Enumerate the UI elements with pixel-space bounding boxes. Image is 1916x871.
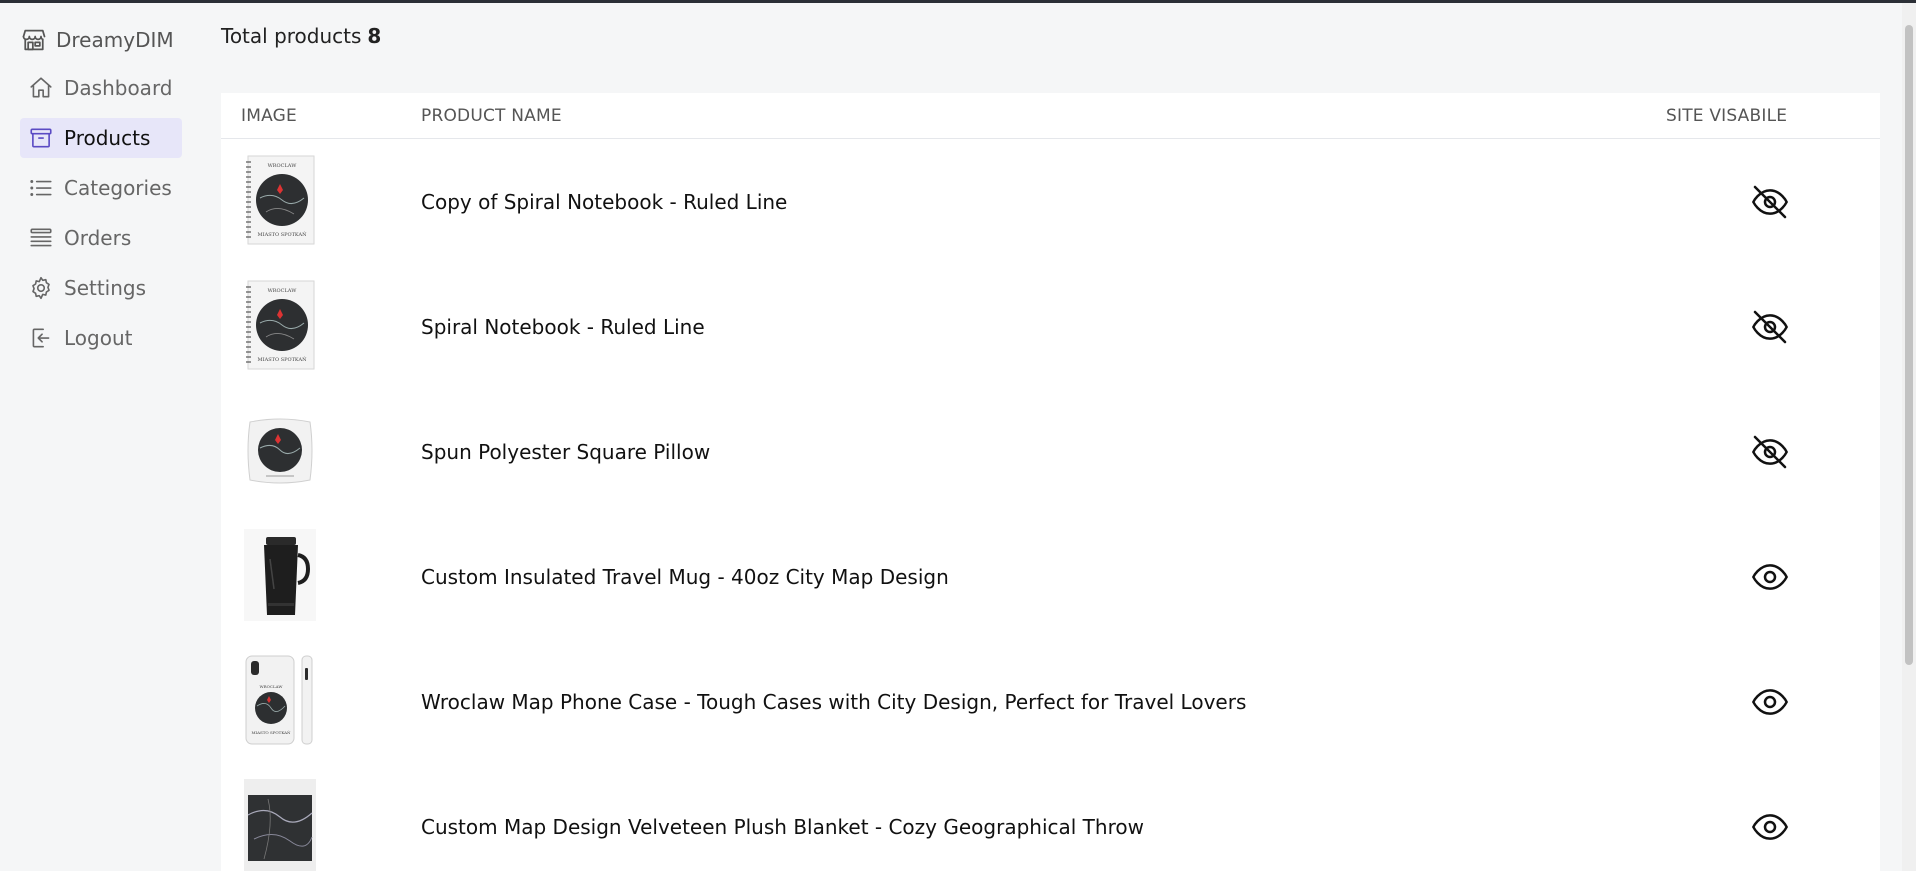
scrollbar-thumb[interactable] — [1905, 25, 1913, 665]
sidebar-item-label: Products — [64, 126, 151, 150]
product-thumbnail-cell: WROCLAW MIASTO SPOTKAŃ — [221, 154, 421, 250]
top-border — [0, 0, 1916, 3]
total-products-count: 8 — [367, 24, 382, 48]
sidebar: DreamyDIM Dashboard Products Categories — [20, 22, 182, 358]
eye-slash-icon[interactable] — [1750, 307, 1790, 347]
sidebar-item-dashboard[interactable]: Dashboard — [20, 68, 182, 108]
table-row[interactable]: WROCLAW MIASTO SPOTKAŃ Spiral Notebook -… — [221, 264, 1880, 389]
sidebar-item-label: Orders — [64, 226, 132, 250]
product-name[interactable]: Wroclaw Map Phone Case - Tough Cases wit… — [421, 690, 1666, 714]
total-products-summary: Total products 8 — [221, 24, 381, 48]
column-header-site-visible: SITE VISABILE — [1666, 105, 1788, 126]
product-thumbnail-cell — [221, 778, 421, 871]
brand-name: DreamyDIM — [56, 28, 174, 52]
column-header-product-name: PRODUCT NAME — [421, 105, 562, 126]
table-row[interactable]: WROCLAW MIASTO SPOTKAŃ Copy of Spiral No… — [221, 139, 1880, 264]
brand[interactable]: DreamyDIM — [20, 22, 182, 58]
sidebar-item-orders[interactable]: Orders — [20, 218, 182, 258]
stack-icon — [30, 228, 52, 247]
notebook-thumbnail: WROCLAW MIASTO SPOTKAŃ — [246, 155, 315, 244]
table-header: IMAGE PRODUCT NAME SITE VISABILE — [221, 93, 1880, 139]
products-table: IMAGE PRODUCT NAME SITE VISABILE WROCLAW… — [221, 93, 1880, 871]
list-icon — [30, 180, 52, 196]
product-name[interactable]: Custom Insulated Travel Mug - 40oz City … — [421, 565, 1666, 589]
logout-icon — [32, 328, 50, 348]
thumb-text-bottom: MIASTO SPOTKAŃ — [251, 730, 291, 735]
pillow-thumbnail — [247, 418, 313, 483]
visibility-toggle[interactable] — [1666, 807, 1880, 847]
gear-icon — [32, 276, 50, 300]
page-scrollbar[interactable] — [1902, 3, 1916, 871]
thumb-text-top: WROCLAW — [268, 163, 298, 169]
table-row[interactable]: Custom Insulated Travel Mug - 40oz City … — [221, 514, 1880, 639]
eye-icon[interactable] — [1750, 807, 1790, 847]
visibility-toggle[interactable] — [1666, 182, 1880, 222]
sidebar-item-label: Categories — [64, 176, 172, 200]
thumb-text-bottom: MIASTO SPOTKAŃ — [258, 355, 308, 363]
visibility-toggle[interactable] — [1666, 682, 1880, 722]
product-thumbnail-cell: WROCLAW MIASTO SPOTKAŃ — [221, 279, 421, 375]
storefront-icon — [22, 29, 46, 51]
visibility-toggle[interactable] — [1666, 432, 1880, 472]
visibility-toggle[interactable] — [1666, 557, 1880, 597]
visibility-toggle[interactable] — [1666, 307, 1880, 347]
thumb-text-top: WROCLAW — [268, 288, 298, 294]
sidebar-item-logout[interactable]: Logout — [20, 318, 182, 358]
product-name[interactable]: Copy of Spiral Notebook - Ruled Line — [421, 190, 1666, 214]
sidebar-item-settings[interactable]: Settings — [20, 268, 182, 308]
sidebar-item-label: Logout — [64, 326, 133, 350]
product-name[interactable]: Custom Map Design Velveteen Plush Blanke… — [421, 815, 1666, 839]
product-name[interactable]: Spiral Notebook - Ruled Line — [421, 315, 1666, 339]
sidebar-item-products[interactable]: Products — [20, 118, 182, 158]
product-thumbnail-cell — [221, 404, 421, 500]
column-header-image: IMAGE — [241, 105, 297, 126]
product-thumbnail-cell — [221, 528, 421, 625]
phone-case-thumbnail: WROCLAW MIASTO SPOTKAŃ — [245, 655, 313, 744]
notebook-thumbnail: WROCLAW MIASTO SPOTKAŃ — [246, 280, 315, 369]
home-icon — [30, 77, 52, 98]
mug-thumbnail — [244, 528, 316, 621]
sidebar-item-categories[interactable]: Categories — [20, 168, 182, 208]
product-thumbnail-cell: WROCLAW MIASTO SPOTKAŃ — [221, 654, 421, 750]
sidebar-item-label: Dashboard — [64, 76, 173, 100]
archive-box-icon — [30, 128, 52, 148]
eye-slash-icon[interactable] — [1750, 432, 1790, 472]
eye-slash-icon[interactable] — [1750, 182, 1790, 222]
product-name[interactable]: Spun Polyester Square Pillow — [421, 440, 1666, 464]
table-row[interactable]: Custom Map Design Velveteen Plush Blanke… — [221, 764, 1880, 871]
table-row[interactable]: Spun Polyester Square Pillow — [221, 389, 1880, 514]
total-products-label: Total products — [221, 24, 362, 48]
eye-icon[interactable] — [1750, 682, 1790, 722]
sidebar-item-label: Settings — [64, 276, 147, 300]
thumb-text-top: WROCLAW — [260, 684, 284, 689]
table-row[interactable]: WROCLAW MIASTO SPOTKAŃ Wroclaw Map Phone… — [221, 639, 1880, 764]
eye-icon[interactable] — [1750, 557, 1790, 597]
blanket-thumbnail — [244, 778, 316, 871]
thumb-text-bottom: MIASTO SPOTKAŃ — [258, 230, 308, 238]
